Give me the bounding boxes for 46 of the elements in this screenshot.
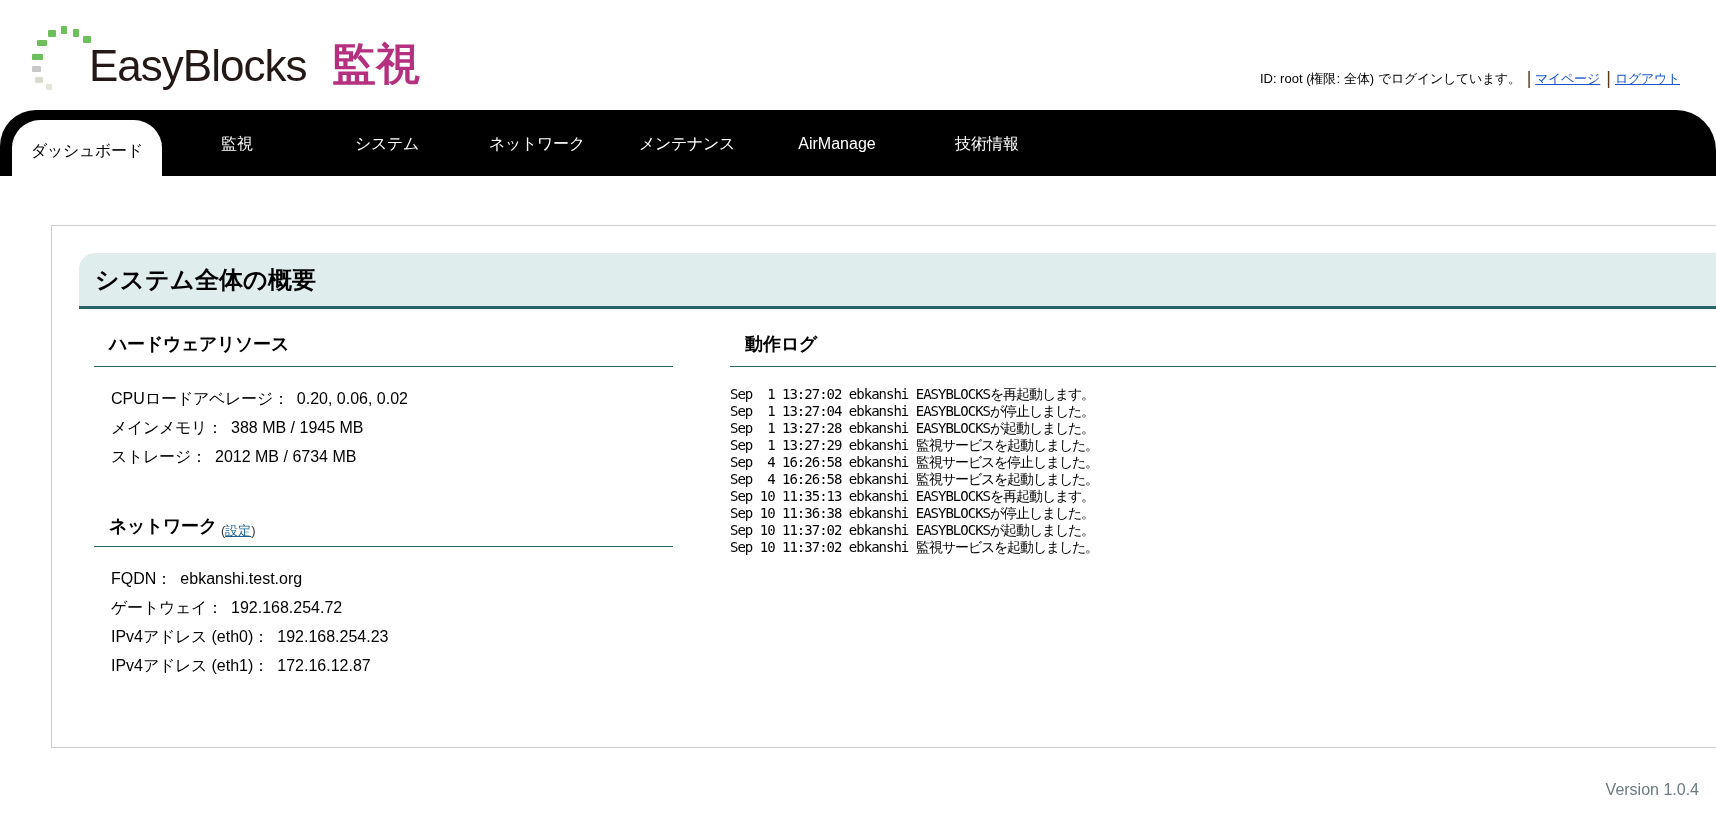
nav-tab[interactable]: ダッシュボード — [12, 120, 162, 176]
log-line: Sep 10 11:35:13 ebkanshi EASYBLOCKSを再起動します。 — [730, 488, 1095, 505]
field-label: CPUロードアベレージ： — [111, 389, 289, 409]
paren: ) — [251, 521, 256, 540]
paren: ( — [221, 521, 226, 540]
header-link[interactable]: マイページ — [1535, 68, 1601, 88]
version-label: Version 1.0.4 — [1605, 780, 1699, 800]
field-label: IPv4アドレス (eth1)： — [111, 656, 270, 676]
logo-wordmark: EasyBlocks — [89, 44, 307, 92]
separator: | — [1526, 69, 1532, 88]
log-line: Sep 10 11:37:02 ebkanshi 監視サービスを起動しました。 — [730, 539, 1099, 556]
header-link[interactable]: ログアウト — [1615, 68, 1680, 88]
log-line: Sep 4 16:26:58 ebkanshi 監視サービスを停止しました。 — [730, 454, 1099, 471]
nav-tab[interactable]: メンテナンス — [612, 120, 762, 176]
nav-tab[interactable]: ネットワーク — [462, 120, 612, 176]
field-label: FQDN： — [111, 569, 173, 589]
log-line: Sep 1 13:27:29 ebkanshi 監視サービスを起動しました。 — [730, 437, 1099, 454]
field-label: ゲートウェイ： — [111, 598, 223, 618]
field-value: 172.16.12.87 — [277, 656, 371, 676]
field-value: 388 MB / 1945 MB — [231, 418, 364, 438]
log-line: Sep 1 13:27:28 ebkanshi EASYBLOCKSが起動しました。 — [730, 420, 1095, 437]
field-value: 0.20, 0.06, 0.02 — [296, 389, 408, 409]
field-label: ストレージ： — [111, 447, 207, 467]
log-line: Sep 4 16:26:58 ebkanshi 監視サービスを起動しました。 — [730, 471, 1099, 488]
subsection-title: 動作ログ — [745, 333, 819, 356]
field-value: 2012 MB / 6734 MB — [215, 447, 357, 467]
log-line: Sep 1 13:27:02 ebkanshi EASYBLOCKSを再起動します。 — [730, 386, 1095, 403]
section-title: システム全体の概要 — [95, 264, 316, 295]
nav-tab[interactable]: システム — [312, 120, 462, 176]
settings-link[interactable]: 設定 — [225, 520, 252, 540]
subsection-title: ハードウェアリソース — [109, 333, 290, 356]
product-title: 監視 — [332, 42, 421, 90]
field-value: ebkanshi.test.org — [180, 569, 303, 589]
field-label: メインメモリ： — [111, 418, 223, 438]
separator: | — [1606, 69, 1611, 88]
log-line: Sep 10 11:36:38 ebkanshi EASYBLOCKSが停止しました。 — [730, 505, 1095, 522]
field-label: IPv4アドレス (eth0)： — [111, 627, 270, 647]
log-line: Sep 1 13:27:04 ebkanshi EASYBLOCKSが停止しました。 — [730, 403, 1095, 420]
log-line: Sep 10 11:37:02 ebkanshi EASYBLOCKSが起動しました。 — [730, 522, 1095, 539]
nav-tab[interactable]: 監視 — [162, 120, 312, 176]
field-value: 192.168.254.72 — [231, 598, 343, 618]
field-value: 192.168.254.23 — [277, 627, 389, 647]
subsection-title: ネットワーク — [109, 515, 217, 538]
nav-tab[interactable]: 技術情報 — [912, 120, 1062, 176]
nav-tab[interactable]: AirManage — [762, 120, 912, 176]
login-status: ID: root (権限: 全体) でログインしています。 — [1259, 69, 1521, 88]
